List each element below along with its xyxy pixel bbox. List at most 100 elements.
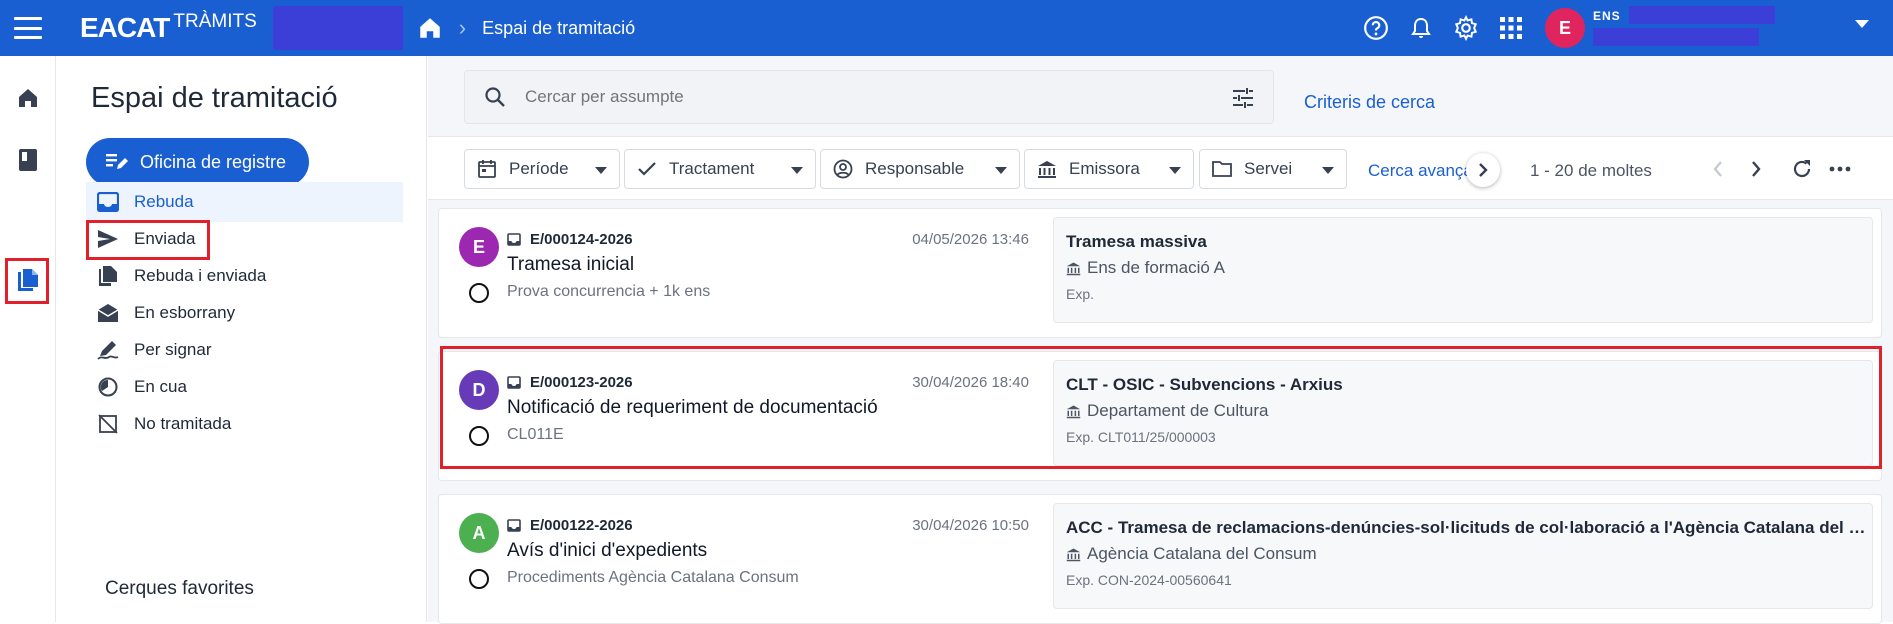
breadcrumb: Espai de tramitació [482, 17, 636, 38]
item-title[interactable]: Tramesa inicial [507, 254, 634, 276]
filter-tune-icon[interactable] [1231, 86, 1255, 110]
bell-icon[interactable] [1407, 14, 1435, 42]
app-logo-subtitle: TRÀMITS [173, 11, 257, 32]
filter-tractament[interactable]: Tractament [624, 149, 816, 189]
user-org-label: ENS [1593, 9, 1621, 23]
avatar: D [459, 370, 499, 410]
search-criteria-link[interactable]: Criteris de cerca [1304, 92, 1435, 113]
search-bar[interactable] [464, 70, 1274, 124]
chevron-down-icon [1169, 167, 1181, 174]
info-title: ACC - Tramesa de reclamacions-denúncies-… [1066, 518, 1866, 537]
user-avatar[interactable]: E [1545, 8, 1585, 48]
nav-item-en-cua[interactable]: En cua [86, 367, 403, 407]
favorites-title: Cerques favorites [105, 578, 254, 599]
info-organization: Agència Catalana del Consum [1066, 544, 1317, 564]
gear-icon[interactable] [1452, 14, 1480, 42]
item-date: 04/05/2026 13:46 [912, 231, 1029, 248]
list-item[interactable]: E E/000124-2026 04/05/2026 13:46 Tramesa… [438, 208, 1882, 338]
left-rail [0, 56, 56, 622]
info-expedient: Exp. CON-2024-00560641 [1066, 572, 1232, 588]
institution-icon [1066, 262, 1081, 275]
filter-emissora[interactable]: Emissora [1024, 149, 1194, 189]
filter-responsable[interactable]: Responsable [820, 149, 1020, 189]
registry-code: E/000123-2026 [507, 374, 633, 391]
registry-code: E/000124-2026 [507, 231, 633, 248]
chevron-down-icon [1322, 167, 1334, 174]
info-organization: Departament de Cultura [1066, 401, 1268, 421]
avatar: A [459, 513, 499, 553]
chevron-down-icon[interactable] [1855, 20, 1869, 28]
info-expedient: Exp. [1066, 286, 1095, 302]
next-page-button[interactable] [1744, 157, 1768, 181]
item-title[interactable]: Notificació de requeriment de documentac… [507, 397, 878, 419]
rail-selection-highlight [5, 258, 49, 304]
scroll-right-button[interactable] [1466, 153, 1500, 187]
draft-mail-icon [96, 301, 120, 325]
apps-grid-icon[interactable] [1497, 14, 1525, 42]
advanced-search-link[interactable]: Cerca avançada [1368, 161, 1476, 181]
nav-item-no-tramitada[interactable]: No tramitada [86, 404, 403, 444]
item-subtitle: Procediments Agència Catalana Consum [507, 569, 799, 586]
refresh-button[interactable] [1790, 157, 1814, 181]
calendar-icon [477, 159, 497, 179]
copy-icon [96, 264, 120, 288]
no-doc-icon [96, 412, 120, 436]
select-radio[interactable] [469, 283, 489, 303]
item-info-box: ACC - Tramesa de reclamacions-denúncies-… [1053, 503, 1873, 609]
rail-home-icon[interactable] [12, 82, 44, 114]
menu-icon[interactable] [14, 17, 42, 39]
info-organization: Ens de formació A [1066, 258, 1225, 278]
chevron-right-icon [1479, 163, 1488, 177]
select-radio[interactable] [469, 426, 489, 446]
chevron-right-icon [1752, 161, 1761, 177]
user-menu[interactable]: ENS [1593, 0, 1893, 56]
chevron-left-icon [1713, 161, 1722, 177]
prev-page-button[interactable] [1706, 157, 1730, 181]
check-icon [637, 159, 657, 179]
filter-servei[interactable]: Servei [1199, 149, 1347, 189]
redacted-area [1629, 6, 1775, 24]
nav-title: Espai de tramitació [91, 82, 338, 114]
inbox-icon [507, 376, 521, 389]
home-icon[interactable] [417, 15, 443, 41]
refresh-icon [1793, 160, 1811, 178]
item-date: 30/04/2026 10:50 [912, 517, 1029, 534]
redacted-area [1593, 28, 1759, 46]
nav-item-esborrany[interactable]: En esborrany [86, 293, 403, 333]
registry-code: E/000122-2026 [507, 517, 633, 534]
signature-icon [96, 338, 120, 362]
item-date: 30/04/2026 18:40 [912, 374, 1029, 391]
rail-book-icon[interactable] [12, 144, 44, 176]
nav-item-rebuda[interactable]: Rebuda [86, 182, 403, 222]
institution-icon [1037, 159, 1057, 179]
item-subtitle: Prova concurrencia + 1k ens [507, 283, 711, 300]
redacted-area [272, 6, 403, 50]
chevron-down-icon [595, 167, 607, 174]
search-icon [485, 87, 505, 107]
nav-item-rebuda-enviada[interactable]: Rebuda i enviada [86, 256, 403, 296]
info-expedient: Exp. CLT011/25/000003 [1066, 429, 1216, 445]
search-input[interactable] [525, 87, 1185, 107]
help-icon[interactable] [1362, 14, 1390, 42]
item-subtitle: CL011E [507, 426, 564, 443]
filter-bar: Període Tractament Responsable Emissora … [428, 136, 1893, 200]
item-info-box: CLT - OSIC - Subvencions - Arxius Depart… [1053, 360, 1873, 466]
chevron-down-icon [995, 167, 1007, 174]
filter-periode[interactable]: Període [464, 149, 620, 189]
main-content: Criteris de cerca Període Tractament Res… [428, 56, 1893, 624]
office-register-button[interactable]: Oficina de registre [86, 138, 309, 186]
list-item[interactable]: A E/000122-2026 30/04/2026 10:50 Avís d'… [438, 494, 1882, 624]
select-radio[interactable] [469, 569, 489, 589]
item-title[interactable]: Avís d'inici d'expedients [507, 540, 707, 562]
pagination-label: 1 - 20 de moltes [1530, 161, 1652, 180]
app-logo[interactable]: EACAT [80, 12, 170, 44]
top-bar: EACAT TRÀMITS › Espai de tramitació E EN… [0, 0, 1893, 56]
more-options-button[interactable] [1828, 157, 1852, 181]
institution-icon [1066, 548, 1081, 561]
nav-item-per-signar[interactable]: Per signar [86, 330, 403, 370]
inbox-icon [96, 190, 120, 214]
account-icon [833, 159, 853, 179]
list-item[interactable]: D E/000123-2026 30/04/2026 18:40 Notific… [438, 351, 1882, 481]
inbox-icon [507, 519, 521, 532]
avatar: E [459, 227, 499, 267]
